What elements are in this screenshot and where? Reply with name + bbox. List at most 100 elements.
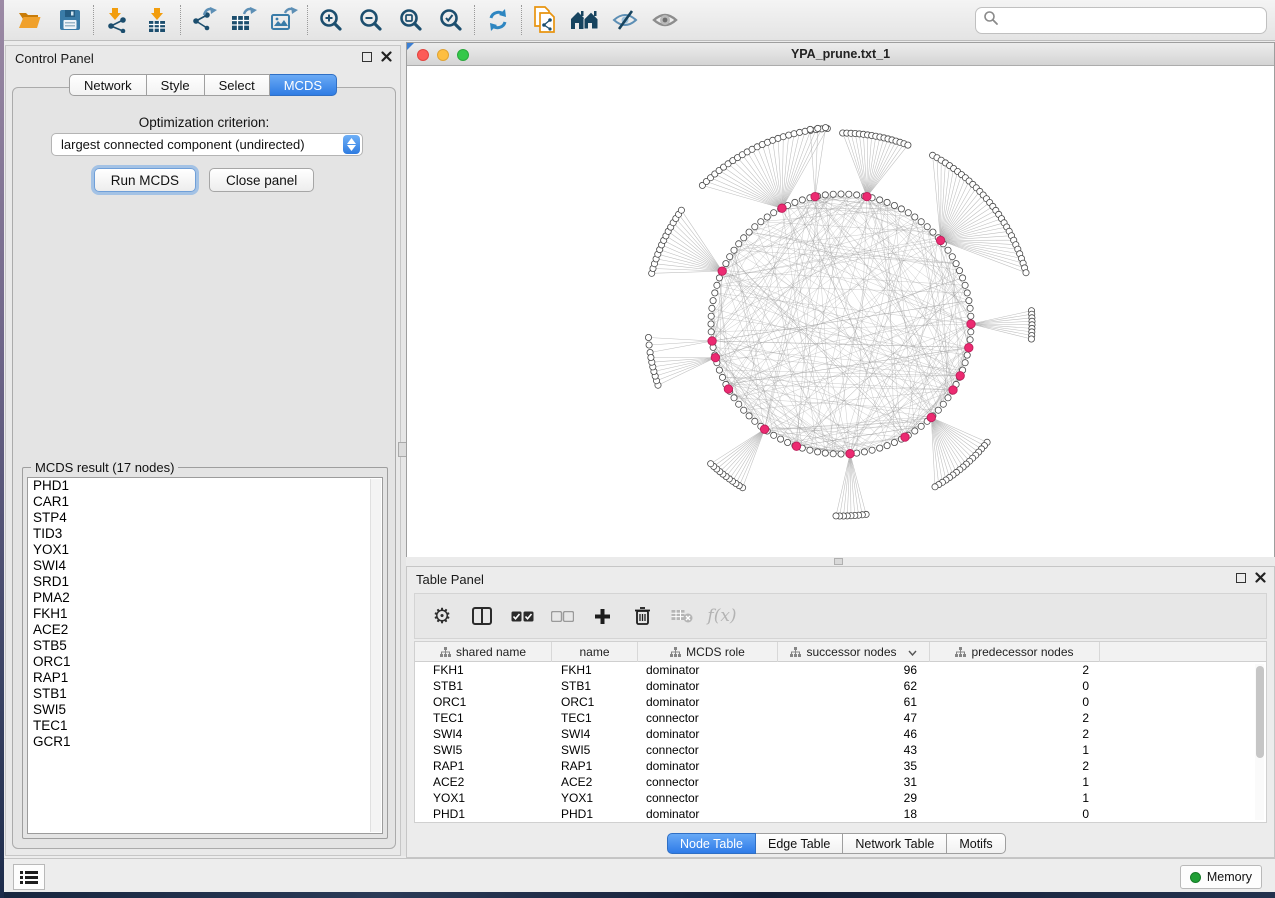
cell-name[interactable]: ORC1 bbox=[552, 694, 638, 710]
cell-mcds_role[interactable]: connector bbox=[638, 774, 778, 790]
tab-network-table[interactable]: Network Table bbox=[843, 833, 947, 854]
close-panel-icon[interactable] bbox=[1255, 572, 1266, 583]
column-header-shared-name[interactable]: shared name bbox=[415, 642, 552, 662]
table-row[interactable]: ORC1ORC1dominator610 bbox=[415, 694, 1266, 710]
mcds-result-item[interactable]: TEC1 bbox=[28, 718, 382, 734]
eye-icon[interactable] bbox=[645, 3, 685, 37]
refresh-icon[interactable] bbox=[478, 3, 518, 37]
cell-shared_name[interactable]: PHD1 bbox=[415, 806, 552, 822]
cell-shared_name[interactable]: STB1 bbox=[415, 678, 552, 694]
network-window-titlebar[interactable]: YPA_prune.txt_1 bbox=[407, 43, 1274, 66]
table-scrollbar[interactable] bbox=[1255, 664, 1264, 820]
mcds-result-item[interactable]: ACE2 bbox=[28, 622, 382, 638]
cell-successor_nodes[interactable]: 96 bbox=[778, 662, 930, 678]
columns-icon[interactable] bbox=[469, 601, 495, 631]
cell-successor_nodes[interactable]: 62 bbox=[778, 678, 930, 694]
table-row[interactable]: TEC1TEC1connector472 bbox=[415, 710, 1266, 726]
memory-button[interactable]: Memory bbox=[1180, 865, 1262, 889]
cell-name[interactable]: RAP1 bbox=[552, 758, 638, 774]
search-box[interactable] bbox=[975, 7, 1267, 34]
cell-mcds_role[interactable]: connector bbox=[638, 742, 778, 758]
cell-predecessor_nodes[interactable]: 2 bbox=[930, 662, 1100, 678]
cell-successor_nodes[interactable]: 29 bbox=[778, 790, 930, 806]
cell-successor_nodes[interactable]: 31 bbox=[778, 774, 930, 790]
run-mcds-button[interactable]: Run MCDS bbox=[94, 168, 196, 192]
close-panel-button[interactable]: Close panel bbox=[209, 168, 314, 192]
column-header-MCDS-role[interactable]: MCDS role bbox=[638, 642, 778, 662]
export-table-icon[interactable] bbox=[224, 3, 264, 37]
mcds-hub-node[interactable] bbox=[949, 386, 957, 394]
mcds-result-item[interactable]: GCR1 bbox=[28, 734, 382, 750]
cell-mcds_role[interactable]: dominator bbox=[638, 758, 778, 774]
cell-shared_name[interactable]: SWI4 bbox=[415, 726, 552, 742]
mcds-result-item[interactable]: STB5 bbox=[28, 638, 382, 654]
mcds-result-item[interactable]: FKH1 bbox=[28, 606, 382, 622]
function-builder-icon[interactable]: f(x) bbox=[709, 601, 735, 631]
folder-open-icon[interactable] bbox=[10, 3, 50, 37]
cell-mcds_role[interactable]: dominator bbox=[638, 678, 778, 694]
tab-style[interactable]: Style bbox=[147, 74, 205, 96]
close-panel-icon[interactable] bbox=[381, 51, 392, 62]
cell-successor_nodes[interactable]: 18 bbox=[778, 806, 930, 822]
table-row[interactable]: SWI4SWI4dominator462 bbox=[415, 726, 1266, 742]
mcds-result-item[interactable]: SWI5 bbox=[28, 702, 382, 718]
mcds-result-list[interactable]: PHD1CAR1STP4TID3YOX1SWI4SRD1PMA2FKH1ACE2… bbox=[27, 477, 383, 834]
import-table-icon[interactable] bbox=[137, 3, 177, 37]
cell-shared_name[interactable]: YOX1 bbox=[415, 790, 552, 806]
delete-table-icon[interactable] bbox=[669, 601, 695, 631]
cell-successor_nodes[interactable]: 35 bbox=[778, 758, 930, 774]
mcds-result-item[interactable]: ORC1 bbox=[28, 654, 382, 670]
mcds-hub-node[interactable] bbox=[863, 192, 871, 200]
mcds-hub-node[interactable] bbox=[711, 353, 719, 361]
mcds-hub-node[interactable] bbox=[708, 337, 716, 345]
eye-slash-icon[interactable] bbox=[605, 3, 645, 37]
optimization-criterion-select[interactable]: largest connected component (undirected) bbox=[51, 133, 363, 156]
clone-network-icon[interactable] bbox=[525, 3, 565, 37]
tab-motifs[interactable]: Motifs bbox=[947, 833, 1005, 854]
cell-successor_nodes[interactable]: 47 bbox=[778, 710, 930, 726]
mcds-hub-node[interactable] bbox=[901, 433, 909, 441]
add-column-icon[interactable] bbox=[589, 601, 615, 631]
cell-name[interactable]: PHD1 bbox=[552, 806, 638, 822]
import-network-icon[interactable] bbox=[97, 3, 137, 37]
cell-name[interactable]: STB1 bbox=[552, 678, 638, 694]
network-canvas[interactable] bbox=[407, 66, 1274, 557]
tab-mcds[interactable]: MCDS bbox=[270, 74, 337, 96]
cell-predecessor_nodes[interactable]: 0 bbox=[930, 694, 1100, 710]
mcds-result-item[interactable]: PHD1 bbox=[28, 478, 382, 494]
mcds-hub-node[interactable] bbox=[967, 320, 975, 328]
tab-node-table[interactable]: Node Table bbox=[667, 833, 756, 854]
table-row[interactable]: STB1STB1dominator620 bbox=[415, 678, 1266, 694]
table-row[interactable]: PHD1PHD1dominator180 bbox=[415, 806, 1266, 822]
cell-shared_name[interactable]: TEC1 bbox=[415, 710, 552, 726]
mcds-hub-node[interactable] bbox=[846, 450, 854, 458]
houses-icon[interactable] bbox=[565, 3, 605, 37]
cell-shared_name[interactable]: ACE2 bbox=[415, 774, 552, 790]
cell-predecessor_nodes[interactable]: 2 bbox=[930, 710, 1100, 726]
cell-predecessor_nodes[interactable]: 2 bbox=[930, 726, 1100, 742]
mcds-result-item[interactable]: STP4 bbox=[28, 510, 382, 526]
mcds-result-item[interactable]: YOX1 bbox=[28, 542, 382, 558]
mcds-hub-node[interactable] bbox=[792, 442, 800, 450]
cell-mcds_role[interactable]: dominator bbox=[638, 694, 778, 710]
cell-predecessor_nodes[interactable]: 1 bbox=[930, 774, 1100, 790]
mcds-hub-node[interactable] bbox=[778, 204, 786, 212]
table-row[interactable]: YOX1YOX1connector291 bbox=[415, 790, 1266, 806]
cell-name[interactable]: SWI4 bbox=[552, 726, 638, 742]
mcds-hub-node[interactable] bbox=[965, 344, 973, 352]
mcds-hub-node[interactable] bbox=[718, 267, 726, 275]
cell-predecessor_nodes[interactable]: 1 bbox=[930, 742, 1100, 758]
mcds-result-item[interactable]: SRD1 bbox=[28, 574, 382, 590]
zoom-selected-icon[interactable] bbox=[431, 3, 471, 37]
cell-name[interactable]: ACE2 bbox=[552, 774, 638, 790]
mcds-hub-node[interactable] bbox=[811, 192, 819, 200]
cell-successor_nodes[interactable]: 46 bbox=[778, 726, 930, 742]
search-input[interactable] bbox=[999, 11, 1266, 31]
cell-mcds_role[interactable]: dominator bbox=[638, 662, 778, 678]
cell-mcds_role[interactable]: dominator bbox=[638, 806, 778, 822]
mcds-result-item[interactable]: CAR1 bbox=[28, 494, 382, 510]
horizontal-split-divider[interactable] bbox=[406, 557, 1275, 566]
cell-shared_name[interactable]: SWI5 bbox=[415, 742, 552, 758]
zoom-fit-icon[interactable] bbox=[391, 3, 431, 37]
table-row[interactable]: FKH1FKH1dominator962 bbox=[415, 662, 1266, 678]
